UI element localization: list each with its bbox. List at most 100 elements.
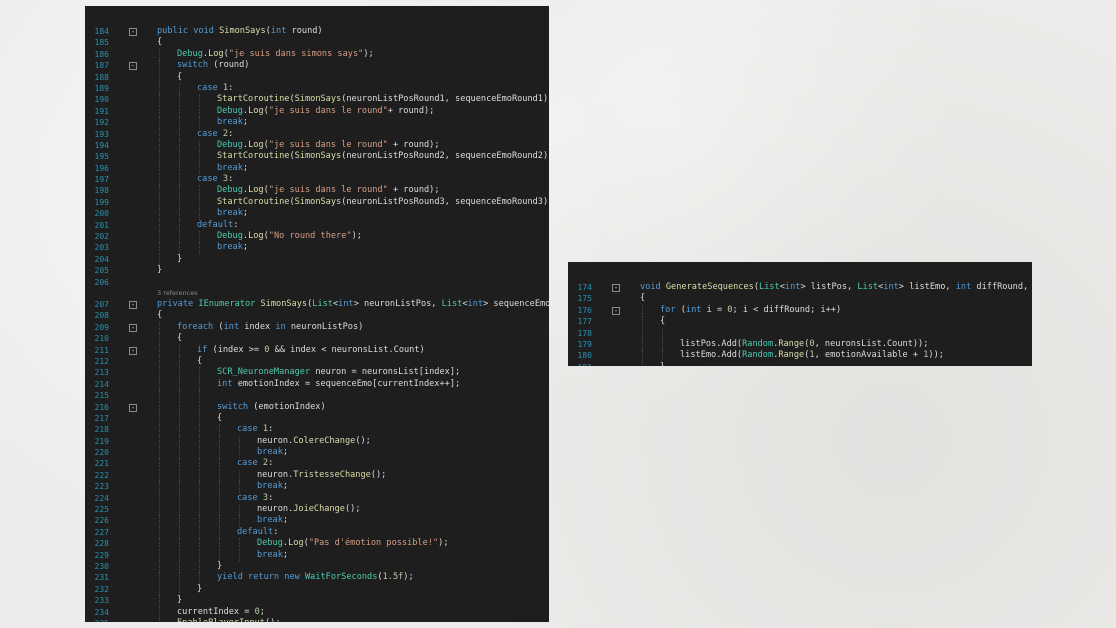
indent-guide: [179, 378, 180, 391]
line-number: 225: [94, 505, 109, 515]
collapse-icon[interactable]: -: [612, 306, 620, 315]
token: in: [275, 321, 291, 332]
token: int: [217, 378, 238, 389]
token: ;: [282, 515, 289, 526]
indent-guide: [159, 412, 160, 425]
indent-guide: [159, 515, 160, 527]
line-number: 212: [94, 356, 109, 366]
line-number: 229: [94, 550, 109, 560]
code-line: 220 break;: [85, 447, 549, 459]
code-line: 204}: [85, 253, 549, 266]
indent-guide: [179, 196, 180, 209]
code-text: case 1:: [197, 83, 233, 94]
token: int: [223, 321, 245, 332]
token: Log: [208, 48, 224, 59]
code-text: listEmo.Add(Random.Range(1, emotionAvail…: [680, 350, 944, 361]
indent-guide: [199, 139, 200, 152]
indent-guide: [179, 390, 180, 402]
indent-guide: [159, 60, 160, 72]
token: }: [660, 362, 665, 366]
code-line: 199 StartCoroutine(SimonSays(neuronListPo…: [85, 196, 549, 209]
indent-guide: [159, 48, 160, 61]
token: > listPos,: [800, 282, 858, 292]
indent-guide: [159, 196, 160, 209]
indent-guide: [159, 606, 160, 618]
indent-guide: [159, 595, 160, 607]
token: case: [197, 128, 223, 139]
line-number: 219: [94, 436, 109, 446]
code-line: 206: [85, 277, 549, 288]
indent-guide: [219, 492, 220, 505]
token: Log: [288, 538, 304, 549]
code-line: 195 StartCoroutine(SimonSays(neuronListPo…: [85, 151, 549, 163]
line-number: 184: [94, 27, 109, 36]
collapse-icon[interactable]: -: [129, 403, 137, 412]
indent-guide: [199, 242, 200, 254]
codelens-references[interactable]: 3 references: [85, 288, 549, 299]
line-number: 201: [94, 220, 109, 230]
indent-guide: [199, 208, 200, 220]
indent-guide: [239, 504, 240, 516]
collapse-icon[interactable]: -: [129, 323, 137, 332]
line-number: 234: [94, 607, 109, 617]
code-line: 193 case 2:: [85, 128, 549, 140]
token: ();: [344, 504, 361, 515]
line-number: 218: [94, 425, 109, 435]
code-text: if (index >= 0 && index < neuronsList.Co…: [197, 345, 425, 356]
indent-guide: [179, 174, 180, 186]
token: StartCoroutine: [217, 151, 290, 162]
collapse-icon[interactable]: -: [129, 62, 137, 71]
token: :: [228, 82, 234, 93]
line-number: 214: [94, 379, 109, 389]
code-text: foreach (int index in neuronListPos): [177, 322, 363, 333]
collapse-icon[interactable]: -: [129, 300, 137, 309]
token: ;: [259, 606, 265, 617]
code-line: 184 - public void SimonSays(int round): [85, 26, 549, 37]
indent-guide: [199, 162, 200, 175]
code-line: 205}: [85, 265, 549, 276]
code-line: 226 break;: [85, 515, 549, 527]
indent-guide: [179, 435, 180, 448]
code-text: }: [217, 561, 222, 572]
indent-guide: [179, 94, 180, 106]
collapse-icon[interactable]: -: [129, 346, 137, 355]
indent-guide: [179, 538, 180, 550]
line-number: 199: [94, 197, 109, 207]
code-line: 194 Debug.Log("je suis dans le round" + r…: [85, 139, 549, 152]
indent-guide: [199, 390, 200, 402]
token: 3 references: [157, 288, 198, 297]
token: ;: [242, 162, 249, 173]
collapse-icon[interactable]: -: [612, 284, 620, 292]
token: JoieChange: [293, 504, 345, 515]
code-editor-panel-simonsays[interactable]: 184 - public void SimonSays(int round) 185 {…: [85, 6, 549, 622]
code-line: 202 Debug.Log("No round there");: [85, 231, 549, 243]
indent-guide: [199, 538, 200, 550]
indent-guide: [179, 515, 180, 527]
token: int: [338, 298, 354, 309]
indent-guide: [662, 327, 663, 339]
code-line: 176 - for (int i = 0; i < diffRound; i++): [568, 304, 1032, 317]
token: ;: [282, 447, 289, 458]
token: }: [197, 583, 203, 594]
indent-guide: [159, 94, 160, 106]
token: yield: [217, 572, 249, 583]
token: ;: [242, 208, 249, 219]
indent-guide: [199, 447, 200, 459]
token: );: [363, 48, 374, 59]
line-number: 207: [94, 299, 109, 309]
code-text: break;: [217, 163, 248, 174]
code-line: 188 {: [85, 71, 549, 83]
line-number: 222: [94, 470, 109, 480]
indent-guide: [179, 219, 180, 232]
indent-guide: [159, 401, 160, 413]
token: (emotionIndex): [253, 401, 326, 412]
indent-guide: [199, 572, 200, 584]
token: foreach: [177, 321, 219, 332]
token: StartCoroutine: [217, 94, 290, 105]
token: for: [660, 304, 681, 315]
code-editor-panel-generatesequences[interactable]: 174 - void GenerateSequences(List<int> lis…: [568, 262, 1032, 366]
collapse-icon[interactable]: -: [129, 28, 137, 36]
token: ;: [242, 242, 249, 253]
token: listEmo.Add(: [680, 350, 743, 361]
token: ;: [242, 117, 249, 128]
